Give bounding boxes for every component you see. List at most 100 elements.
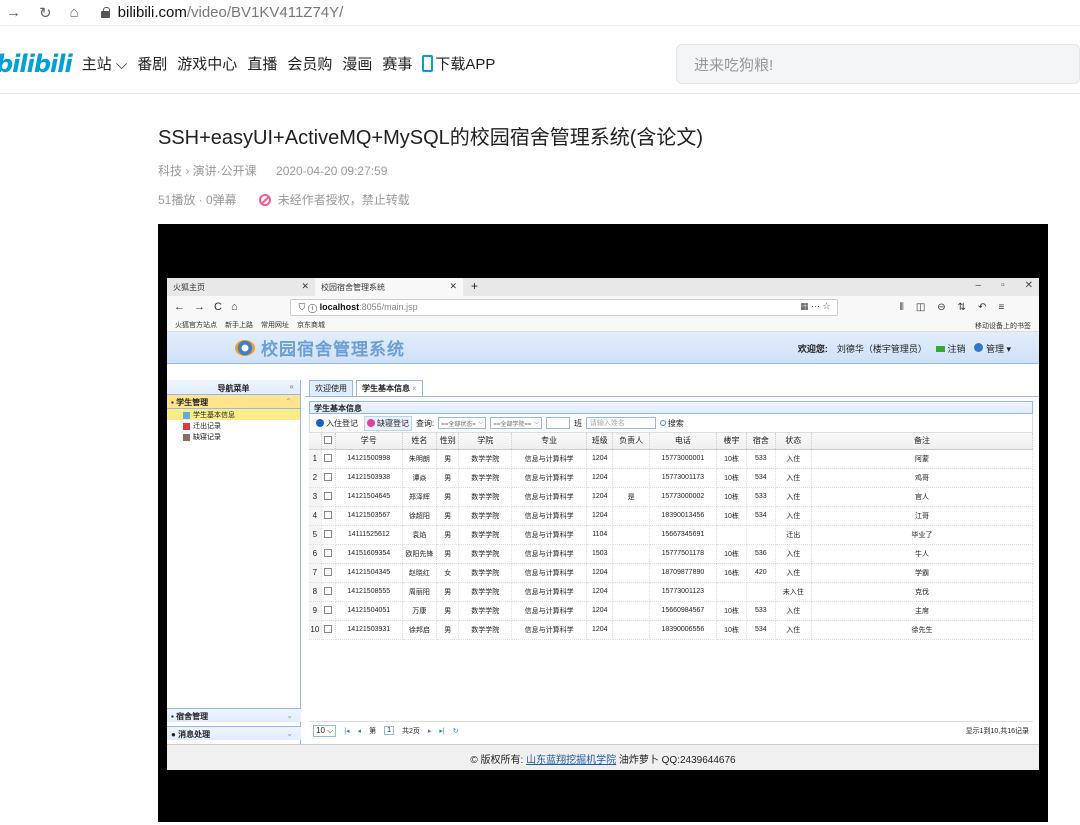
table-cell: 男 — [436, 525, 460, 545]
row-checkbox-cell[interactable] — [321, 468, 336, 488]
video-frame-browser: 火狐主页 ✕ 校园宿舍管理系统 ✕ + – ▫ ✕ ← → C ⌂ ⛉ ⓘ localhost… — [167, 278, 1039, 770]
table-cell: 14121508555 — [335, 582, 403, 602]
table-cell — [612, 449, 650, 469]
nav-anime[interactable]: 番剧 — [137, 53, 167, 74]
column-header[interactable]: 楼宇 — [716, 433, 748, 450]
table-cell: 入住 — [775, 563, 813, 583]
row-checkbox-cell[interactable] — [321, 449, 336, 469]
checkbox[interactable] — [324, 435, 333, 444]
table-cell: 10栋 — [716, 544, 748, 564]
table-row[interactable]: 9 14121504051 万康男数学学院 信息与计算科学 1204 1566098456… — [309, 601, 1033, 621]
column-header[interactable]: 班级 — [586, 433, 614, 450]
nav-esports[interactable]: 赛事 — [382, 53, 412, 74]
row-checkbox-cell[interactable] — [321, 544, 336, 564]
nav-games[interactable]: 游戏中心 — [177, 53, 237, 74]
table-cell: 1503 — [586, 544, 614, 564]
checkbox[interactable] — [324, 510, 333, 519]
table-cell: 男 — [436, 506, 460, 526]
column-header[interactable]: 专业 — [511, 433, 588, 450]
checkbox[interactable] — [324, 453, 333, 462]
row-checkbox-cell[interactable] — [321, 487, 336, 507]
sidebar-icon: ◫ — [915, 301, 926, 313]
table-cell: 是 — [612, 487, 650, 507]
row-checkbox-cell[interactable] — [321, 563, 336, 583]
app-header: 校园宿舍管理系统 欢迎您: 刘德华（楼宇管理员） 注销 管理 ▾ — [167, 332, 1039, 364]
column-header[interactable]: 宿舍 — [746, 433, 776, 450]
minimize-icon: – — [975, 280, 982, 291]
checkbox[interactable] — [324, 624, 333, 633]
home-icon[interactable]: ⌂ — [70, 4, 79, 22]
checkbox[interactable] — [324, 529, 333, 538]
table-cell — [612, 582, 650, 602]
row-checkbox-cell[interactable] — [321, 525, 336, 545]
table-row[interactable]: 2 14121503938 谭焱男数学学院 信息与计算科学 1204 1577300117… — [309, 468, 1033, 488]
column-header[interactable]: 状态 — [775, 433, 813, 450]
column-header[interactable]: 学号 — [335, 433, 403, 450]
row-checkbox-cell[interactable] — [321, 506, 336, 526]
column-header[interactable]: 备注 — [811, 433, 1033, 450]
checkbox[interactable] — [324, 605, 333, 614]
column-header[interactable]: 姓名 — [402, 433, 438, 450]
checkbox[interactable] — [324, 491, 333, 500]
select-all-header[interactable] — [321, 433, 336, 450]
table-cell: 1204 — [586, 563, 614, 583]
row-checkbox-cell[interactable] — [321, 582, 336, 602]
table-cell: 克伐 — [811, 582, 1033, 602]
table-row[interactable]: 10 14121503931 徐邦启男数学学院 信息与计算科学 1204 18390006… — [309, 620, 1033, 640]
column-header[interactable]: 学院 — [458, 433, 513, 450]
video-category[interactable]: 科技 › 演讲·公开课 — [158, 164, 257, 178]
table-row[interactable]: 8 14121508555 周丽阳男数学学院 信息与计算科学 1204 157730011… — [309, 582, 1033, 602]
welcome-user: 刘德华（楼宇管理员） — [836, 344, 927, 354]
bookmark-item: 新手上路 — [225, 321, 253, 329]
refresh-icon: ↻ — [452, 727, 459, 735]
total-pages: 共2页 — [401, 727, 420, 735]
table-cell: 赵晓红 — [402, 563, 438, 583]
column-header[interactable]: 负责人 — [612, 433, 650, 450]
row-number: 8 — [309, 582, 322, 602]
table-row[interactable]: 7 14121504345 赵晓红女数学学院 信息与计算科学 1204 187098778… — [309, 563, 1033, 583]
address-bar[interactable]: bilibili.com/video/BV1KV411Z74Y/ — [100, 4, 343, 21]
table-row[interactable]: 5 14111525612 袁焰男数学学院 信息与计算科学 1104 1566734569… — [309, 525, 1033, 545]
column-header[interactable]: 电话 — [649, 433, 717, 450]
search-input[interactable]: 进来吃狗粮! — [676, 44, 1080, 84]
checkbox[interactable] — [324, 472, 333, 481]
table-cell: 10栋 — [716, 487, 748, 507]
table-cell: 男 — [436, 468, 460, 488]
restore-icon: ▫ — [1001, 280, 1005, 291]
table-row[interactable]: 1 14121500998 朱明朗男数学学院 信息与计算科学 1204 157730000… — [309, 449, 1033, 469]
table-cell: 14121500998 — [335, 449, 403, 469]
row-number: 5 — [309, 525, 322, 545]
nav-download-app[interactable]: 下载APP — [422, 53, 495, 74]
info-icon: ⓘ — [307, 301, 318, 312]
reload-icon[interactable]: ↻ — [39, 4, 52, 22]
row-checkbox-cell[interactable] — [321, 620, 336, 640]
table-cell: 入住 — [775, 449, 813, 469]
table-row[interactable]: 6 14151609354 欧阳先锋男数学学院 信息与计算科学 1503 15777501… — [309, 544, 1033, 564]
forward-icon[interactable]: → — [6, 4, 21, 22]
column-header[interactable]: 性别 — [436, 433, 460, 450]
row-checkbox-cell[interactable] — [321, 601, 336, 621]
table-cell: 信息与计算科学 — [511, 620, 588, 640]
checkbox[interactable] — [324, 586, 333, 595]
inner-tab-home: 火狐主页 ✕ — [173, 281, 309, 292]
table-cell: 江哥 — [811, 506, 1033, 526]
nav-main[interactable]: 主站 ⌵ — [82, 53, 128, 74]
row-number: 4 — [309, 506, 322, 526]
nav-shop[interactable]: 会员购 — [287, 53, 332, 74]
table-cell: 周丽阳 — [402, 582, 438, 602]
table-row[interactable]: 3 14121504645 郑泽辉男数学学院 信息与计算科学 1204 是 15773000… — [309, 487, 1033, 507]
bilibili-logo[interactable]: bilibili — [0, 50, 73, 78]
table-cell: 信息与计算科学 — [511, 487, 588, 507]
checkbox[interactable] — [324, 567, 333, 576]
row-number: 3 — [309, 487, 322, 507]
nav-live[interactable]: 直播 — [247, 53, 277, 74]
tab-welcome: 欢迎使用 — [309, 380, 353, 396]
nav-manga[interactable]: 漫画 — [342, 53, 372, 74]
table-header: 学号 姓名 性别 学院 专业 班级 负责人 电话 楼宇 宿舍 状态 备注 — [309, 433, 1033, 450]
table-row[interactable]: 4 14121503567 徐超阳男数学学院 信息与计算科学 1204 183900134… — [309, 506, 1033, 526]
checkbox[interactable] — [324, 548, 333, 557]
chevron-up-icon: ⌃ — [285, 397, 292, 406]
table-cell: 数学学院 — [458, 563, 513, 583]
main-panel: 欢迎使用 学生基本信息 × 学生基本信息 入住登记 缺寝登记 查询: ==全部状态… — [305, 380, 1039, 744]
inner-address-bar: ⛉ ⓘ localhost:8055/main.jsp ▦ ··· ☆ — [289, 298, 838, 316]
